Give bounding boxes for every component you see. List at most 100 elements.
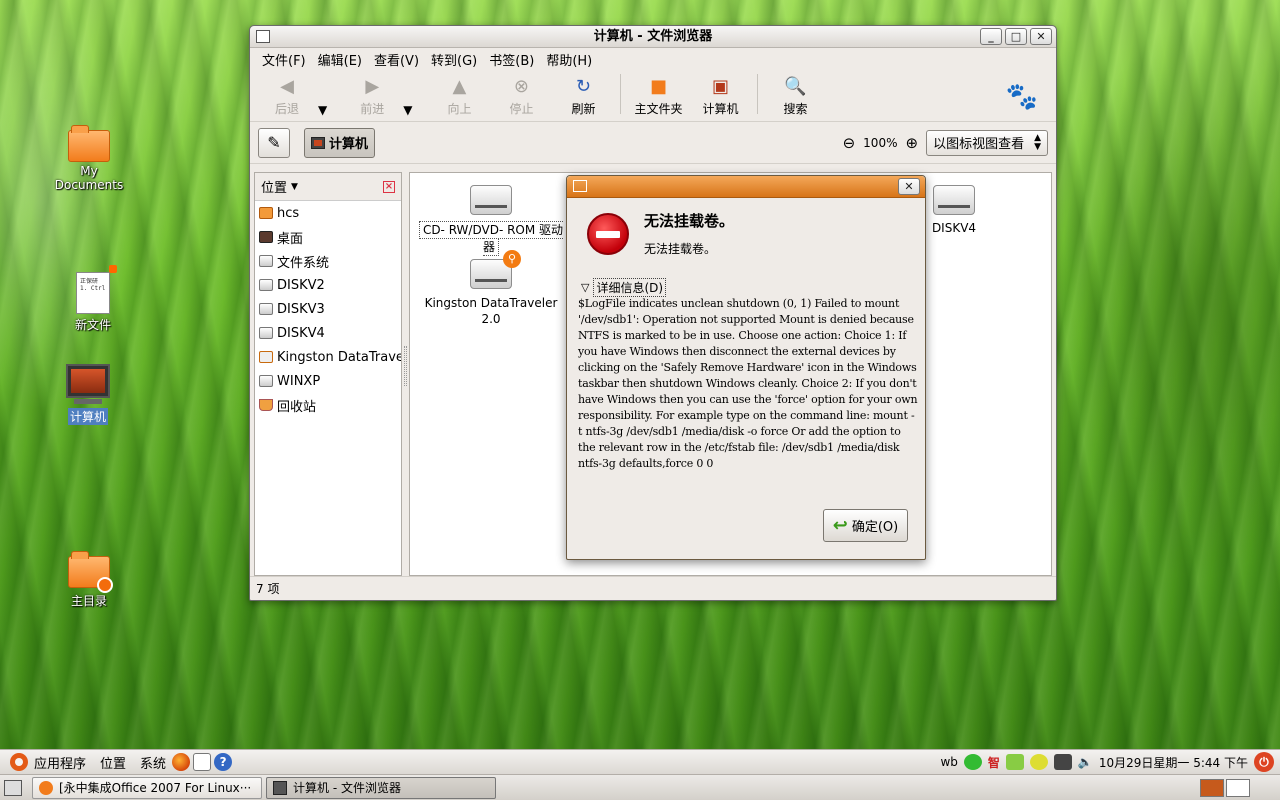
zoom-out-icon[interactable]: ⊖ [843, 134, 856, 152]
toolbar: ◀ 后退 ▼ ▶ 前进 ▼ ▲ 向上 ⊗ 停止 ↻ 刷新 ■ 主文件夹 ▣ 计算… [250, 70, 1056, 122]
desktop-icon-computer[interactable]: 计算机 [43, 364, 133, 425]
chevron-down-icon[interactable]: ▼ [291, 182, 298, 192]
sidebar-item-diskv3[interactable]: DISKV3 [255, 297, 401, 321]
sidebar-item-diskv2[interactable]: DISKV2 [255, 273, 401, 297]
clock[interactable]: 10月29日星期一 5:44 下午 [1099, 754, 1248, 771]
workspace-1[interactable] [1200, 778, 1224, 797]
gnome-panel: 应用程序 位置 系统 ? wb 智 🔈 10月29日星期一 5:44 下午 ⏻ [0, 749, 1280, 774]
sidebar-item-hcs[interactable]: hcs [255, 201, 401, 225]
drive-icon [259, 303, 273, 315]
window-titlebar[interactable]: 计算机 - 文件浏览器 _ □ ✕ [250, 26, 1056, 48]
toolbar-separator [620, 73, 622, 114]
desktop-icon-home[interactable]: 主目录 [44, 551, 134, 609]
network-icon[interactable] [963, 754, 982, 770]
sidebar-item-filesystem[interactable]: 文件系统 [255, 249, 401, 273]
sidebar-item-kingston[interactable]: Kingston DataTraveler [255, 345, 401, 369]
ok-button[interactable]: ↩ 确定(O) [823, 509, 908, 542]
task-file-browser[interactable]: 计算机 - 文件浏览器 [266, 776, 496, 799]
maximize-button[interactable]: □ [1005, 28, 1027, 45]
search-label: 搜索 [783, 102, 808, 116]
search-button[interactable]: 🔍 搜索 [764, 75, 826, 117]
computer-button[interactable]: ▣ 计算机 [689, 75, 751, 117]
menu-view[interactable]: 查看(V) [368, 50, 425, 69]
input-method-icon[interactable]: 智 [988, 754, 1000, 771]
window-menu-icon[interactable] [573, 180, 587, 192]
tray-user[interactable]: wb [940, 755, 957, 769]
details-expander[interactable]: ▽ 详细信息(D) [581, 278, 667, 297]
help-icon[interactable]: ? [214, 753, 233, 771]
task-label: 计算机 - 文件浏览器 [293, 781, 401, 795]
ubuntu-logo-icon[interactable] [10, 753, 28, 771]
stop-button[interactable]: ⊗ 停止 [490, 75, 552, 117]
forward-button[interactable]: ▶ 前进 [341, 75, 403, 117]
sidebar-resize-handle[interactable] [404, 346, 407, 386]
breadcrumb-computer[interactable]: 计算机 [304, 127, 376, 158]
sidebar-item-winxp[interactable]: WINXP [255, 369, 401, 393]
folder-icon [68, 125, 110, 162]
view-mode-select[interactable]: 以图标视图查看 ▲ ▼ [926, 129, 1048, 156]
zoom-in-icon[interactable]: ⊕ [905, 134, 918, 152]
gnome-foot-icon: 🐾 [1005, 82, 1038, 112]
computer-icon [273, 780, 287, 795]
sidebar-title[interactable]: 位置 [261, 177, 287, 196]
menu-edit[interactable]: 编辑(E) [312, 50, 368, 69]
up-label: 向上 [447, 102, 472, 116]
reload-icon: ↻ [575, 75, 592, 97]
menu-bookmarks[interactable]: 书签(B) [483, 50, 540, 69]
document-preview: 正保研 1. Ctrl [80, 278, 106, 292]
lock-icon [109, 265, 117, 273]
notification-icon[interactable] [1029, 754, 1048, 770]
sidebar-item-trash[interactable]: 回收站 [255, 393, 401, 417]
file-item-label: Kingston DataTraveler 2.0 [424, 296, 558, 326]
menu-help[interactable]: 帮助(H) [540, 50, 598, 69]
desktop-icon-new-file[interactable]: 正保研 1. Ctrl 新文件 [48, 265, 138, 333]
file-item-cdrom[interactable]: CD- RW/DVD- ROM 驱动器 [418, 185, 564, 256]
dialog-secondary-text: 无法挂载卷。 [644, 242, 717, 256]
zoom-level[interactable]: 100% [863, 136, 897, 150]
applications-menu[interactable]: 应用程序 [34, 753, 86, 772]
sidebar-item-label: DISKV2 [277, 277, 325, 293]
trash-icon [259, 399, 273, 411]
sidebar-item-desktop[interactable]: 桌面 [255, 225, 401, 249]
computer-icon: ▣ [711, 75, 729, 97]
desktop-icon-my-documents[interactable]: My Documents [44, 125, 134, 192]
home-folder-button[interactable]: ■ 主文件夹 [627, 75, 689, 117]
display-icon[interactable] [1053, 754, 1072, 770]
update-icon[interactable] [1005, 754, 1024, 770]
back-button[interactable]: ◀ 后退 [256, 75, 318, 117]
window-menu-icon[interactable] [256, 30, 270, 43]
usb-badge-icon: ⚲ [503, 250, 521, 268]
file-item-kingston[interactable]: ⚲ Kingston DataTraveler 2.0 [418, 250, 564, 327]
back-dropdown-icon[interactable]: ▼ [318, 103, 327, 117]
volume-icon[interactable]: 🔈 [1078, 755, 1093, 769]
close-sidebar-icon[interactable]: × [383, 180, 395, 193]
reload-button[interactable]: ↻ 刷新 [552, 75, 614, 117]
show-desktop-icon[interactable] [4, 779, 22, 796]
system-menu[interactable]: 系统 [140, 753, 166, 772]
menu-file[interactable]: 文件(F) [256, 50, 312, 69]
minimize-button[interactable]: _ [980, 28, 1002, 45]
office-app-icon [39, 780, 53, 795]
places-menu[interactable]: 位置 [100, 753, 126, 772]
close-button[interactable]: ✕ [1030, 28, 1052, 45]
sidebar-item-label: DISKV3 [277, 301, 325, 317]
home-folder-label: 主文件夹 [634, 102, 683, 116]
sidebar-item-label: WINXP [277, 373, 321, 389]
power-icon[interactable]: ⏻ [1254, 752, 1274, 772]
sidebar-item-diskv4[interactable]: DISKV4 [255, 321, 401, 345]
workspace-2[interactable] [1226, 778, 1250, 797]
up-button[interactable]: ▲ 向上 [428, 75, 490, 117]
dialog-close-button[interactable]: ✕ [898, 178, 920, 195]
forward-dropdown-icon[interactable]: ▼ [403, 103, 412, 117]
file-item-diskv4[interactable]: DISKV4 [914, 185, 994, 235]
dialog-titlebar[interactable]: ✕ [567, 176, 925, 198]
firefox-icon[interactable] [172, 753, 191, 771]
desktop-icon-label: 计算机 [67, 408, 108, 425]
up-arrow-icon: ▲ [452, 75, 467, 97]
mail-icon[interactable] [193, 753, 212, 771]
toggle-location-button[interactable]: ✎ [258, 127, 290, 158]
menu-go[interactable]: 转到(G) [425, 50, 483, 69]
sidebar-item-label: 桌面 [277, 231, 304, 247]
task-office[interactable]: [永中集成Office 2007 For Linux··· [32, 776, 262, 799]
ok-label: 确定(O) [851, 520, 899, 535]
